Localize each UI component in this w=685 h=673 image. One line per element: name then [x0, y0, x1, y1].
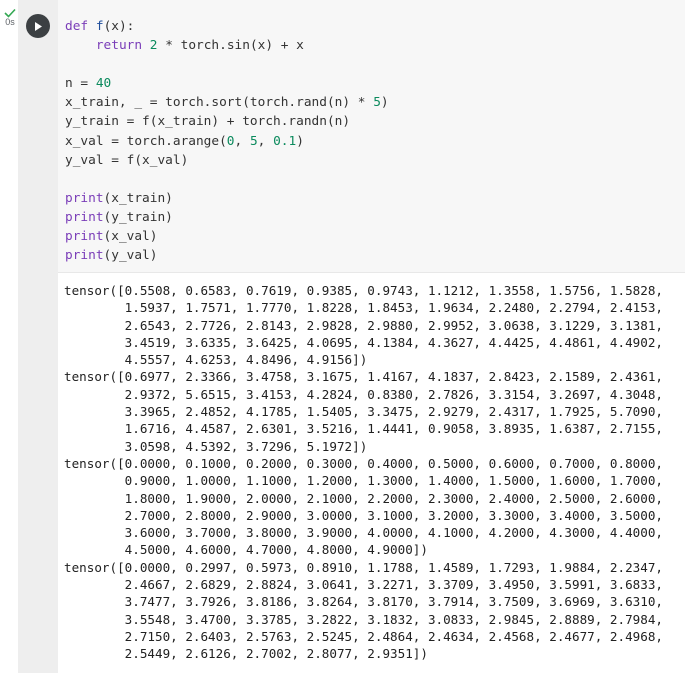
code-line-2: return 2 * torch.sin(x) + x [65, 36, 389, 55]
output-line: 3.3965, 2.4852, 4.1785, 1.5405, 3.3475, … [64, 404, 663, 420]
code-line-8: y_val = f(x_val) [65, 152, 189, 168]
keyword: print [65, 248, 104, 264]
output-line: 2.9372, 5.6515, 3.4153, 4.2824, 0.8380, … [64, 386, 663, 402]
output-line: 2.5449, 2.6126, 2.7002, 2.8077, 2.9351]) [64, 646, 428, 662]
number-literal: 0 [226, 133, 235, 149]
code-line-7: x_val = torch.arange(0, 5, 0.1) [65, 132, 389, 151]
notebook-code-cell: 0s def f(x): return 2 * torch.sin(x) + x… [0, 0, 685, 673]
code-text-segment: (x_train) [103, 190, 173, 206]
output-line: tensor([0.0000, 0.1000, 0.2000, 0.3000, … [64, 455, 663, 471]
output-line: 3.7477, 3.7926, 3.8186, 3.8264, 3.8170, … [64, 594, 663, 610]
code-text-segment: ) [380, 95, 389, 111]
output-line: tensor([0.6977, 2.3366, 3.4758, 3.1675, … [64, 369, 663, 385]
code-text: def f(x): return 2 * torch.sin(x) + x n =… [65, 17, 389, 265]
code-line-4: n = 40 [65, 74, 389, 93]
cell-output: tensor([0.5508, 0.6583, 0.7619, 0.9385, … [58, 273, 685, 673]
keyword: return [95, 38, 143, 54]
code-text-segment: , [257, 133, 274, 149]
output-line: tensor([0.0000, 0.2997, 0.5973, 0.8910, … [64, 559, 663, 575]
keyword: def [65, 19, 89, 34]
output-line: 2.7150, 2.6403, 2.5763, 2.5245, 2.4864, … [64, 628, 663, 644]
output-line: 3.5548, 3.4700, 3.3785, 3.2822, 3.1832, … [64, 611, 663, 627]
code-text-segment: x_val = torch.arange( [65, 133, 227, 149]
play-icon [35, 21, 42, 31]
code-text-segment: (y_train) [103, 209, 173, 225]
output-text: tensor([0.5508, 0.6583, 0.7619, 0.9385, … [64, 282, 663, 663]
output-line: 1.5937, 1.7571, 1.7770, 1.8228, 1.8453, … [64, 300, 663, 316]
output-line: 4.5000, 4.6000, 4.7000, 4.8000, 4.9000]) [64, 542, 428, 558]
output-line: 3.4519, 3.6335, 3.6425, 4.0695, 4.1384, … [64, 334, 663, 350]
code-text-segment: (x_val) [103, 229, 158, 245]
execution-status: 0s [2, 8, 18, 27]
code-text-segment: (x): [103, 19, 135, 34]
cell-gutter: 0s [0, 0, 20, 673]
output-line: 0.9000, 1.0000, 1.1000, 1.2000, 1.3000, … [64, 473, 663, 489]
code-text-segment: ) [296, 133, 304, 149]
code-editor[interactable]: def f(x): return 2 * torch.sin(x) + x n =… [58, 0, 685, 273]
output-left-bar [18, 273, 58, 673]
output-line: 3.6000, 3.7000, 3.8000, 3.9000, 4.0000, … [64, 525, 663, 541]
output-line: 1.6716, 4.4587, 2.6301, 3.5216, 1.4441, … [64, 421, 663, 437]
output-line: 4.5557, 4.6253, 4.8496, 4.9156]) [64, 352, 368, 368]
code-line-11: print(y_train) [65, 208, 389, 227]
number-literal: 40 [95, 76, 112, 92]
output-line: 2.4667, 2.6829, 2.8824, 3.0641, 3.2271, … [64, 577, 663, 593]
number-literal: 0.1 [273, 133, 297, 149]
output-line: 3.0598, 4.5392, 3.7296, 5.1972]) [64, 438, 368, 454]
code-text-segment: (y_val) [103, 248, 158, 264]
code-line-10: print(x_train) [65, 189, 389, 208]
code-line-12: print(x_val) [65, 227, 389, 246]
code-text-segment: , [234, 133, 250, 149]
keyword: print [65, 209, 104, 225]
code-text-segment: * torch.sin(x) + x [157, 38, 304, 54]
cell-left-bar [18, 0, 58, 273]
run-cell-button[interactable] [26, 14, 50, 38]
code-line-6: y_train = f(x_train) + torch.randn(n) [65, 114, 351, 130]
code-text-segment: x_train, _ = torch.sort(torch.rand(n) * [65, 95, 374, 111]
code-text-segment: n = [65, 76, 96, 92]
function-name: f [95, 19, 104, 34]
execution-time: 0s [5, 17, 15, 27]
number-literal: 5 [373, 95, 381, 111]
keyword: print [65, 190, 104, 206]
code-line-13: print(y_val) [65, 246, 389, 265]
code-line-1: def f(x): [65, 17, 389, 36]
code-line-5: x_train, _ = torch.sort(torch.rand(n) * … [65, 93, 389, 112]
number-literal: 5 [249, 133, 258, 149]
output-line: 1.8000, 1.9000, 2.0000, 2.1000, 2.2000, … [64, 490, 663, 506]
output-line: 2.6543, 2.7726, 2.8143, 2.9828, 2.9880, … [64, 317, 663, 333]
output-line: 2.7000, 2.8000, 2.9000, 3.0000, 3.1000, … [64, 507, 663, 523]
keyword: print [65, 229, 104, 245]
output-line: tensor([0.5508, 0.6583, 0.7619, 0.9385, … [64, 283, 663, 298]
number-literal: 2 [149, 38, 158, 54]
